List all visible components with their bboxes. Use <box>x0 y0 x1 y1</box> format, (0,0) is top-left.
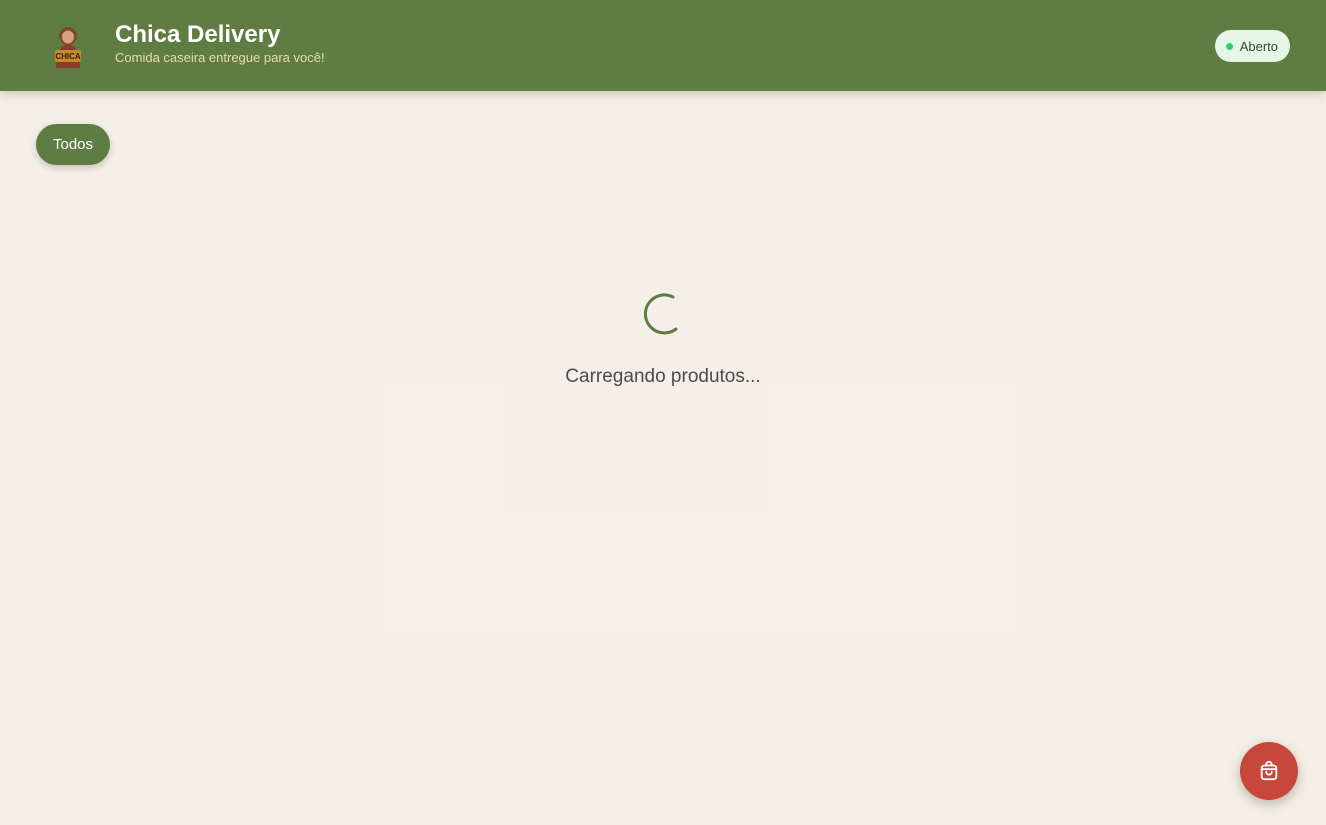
spinner-icon <box>637 288 685 336</box>
app-subtitle: Comida caseira entregue para você! <box>115 50 325 65</box>
brand: Chica Delivery Comida caseira entregue p… <box>115 22 325 66</box>
chica-logo-icon[interactable]: CHICA <box>48 24 88 68</box>
products-panel <box>345 350 1053 700</box>
loading-text: Carregando produtos... <box>565 366 761 387</box>
app-title: Chica Delivery <box>115 21 281 48</box>
category-chip-todos[interactable]: Todos <box>36 124 111 165</box>
app-header: CHICA Chica Delivery Comida caseira entr… <box>0 0 1326 91</box>
svg-text:CHICA: CHICA <box>55 52 81 61</box>
status-dot-icon <box>1225 42 1233 50</box>
shopping-bag-icon <box>1258 760 1280 782</box>
status-badge: Aberto <box>1214 30 1290 62</box>
cart-button[interactable] <box>1240 742 1298 800</box>
status-label: Aberto <box>1239 38 1278 54</box>
page: CHICA Chica Delivery Comida caseira entr… <box>0 0 1326 825</box>
